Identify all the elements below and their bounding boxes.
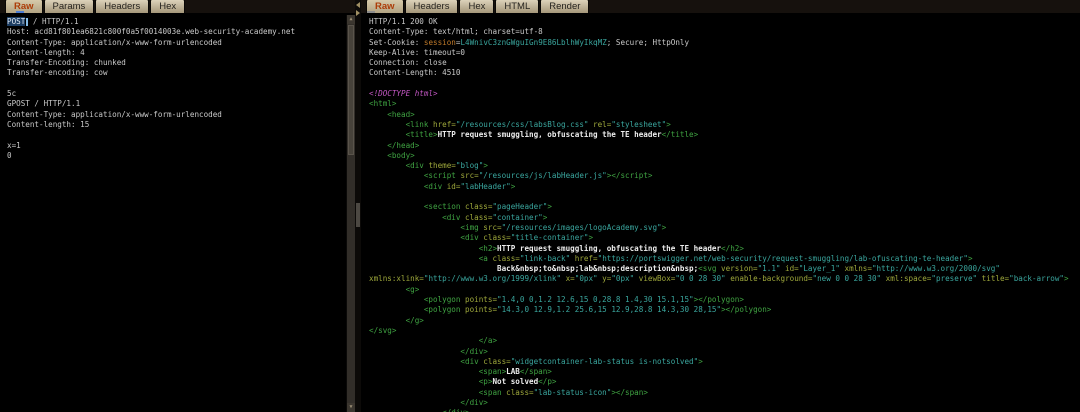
code-line: <p>Not solved</p> [369, 377, 1080, 387]
code-line [369, 192, 1080, 202]
code-line: HTTP/1.1 200 OK [369, 17, 1080, 27]
code-line: <div id="labHeader"> [369, 182, 1080, 192]
code-line: POST / HTTP/1.1 [7, 17, 346, 27]
tab-label: HTML [504, 1, 530, 12]
scroll-down-icon[interactable]: ▼ [347, 403, 355, 412]
scrollbar-thumb[interactable] [348, 25, 354, 155]
code-line: <span class="lab-status-icon"></span> [369, 388, 1080, 398]
code-line: <g> [369, 285, 1080, 295]
code-line: GPOST / HTTP/1.1 [7, 99, 346, 109]
code-line: <title>HTTP request smuggling, obfuscati… [369, 130, 1080, 140]
code-line: Content-length: 15 [7, 120, 346, 130]
code-line: Content-Length: 4510 [369, 68, 1080, 78]
code-line: Content-Type: text/html; charset=utf-8 [369, 27, 1080, 37]
code-line: </a> [369, 336, 1080, 346]
code-line: 0 [7, 151, 346, 161]
code-line: <script src="/resources/js/labHeader.js"… [369, 171, 1080, 181]
code-line: x=1 [7, 141, 346, 151]
burp-repeater-window: Raw Params Headers Hex POST / HTTP/1.1Host:… [0, 0, 1080, 412]
code-line: <div theme="blog"> [369, 161, 1080, 171]
tab-label: Params [53, 1, 86, 12]
code-line: <div class="container"> [369, 213, 1080, 223]
code-line: <head> [369, 110, 1080, 120]
tab-params[interactable]: Params [44, 0, 95, 13]
code-line: Keep-Alive: timeout=0 [369, 48, 1080, 58]
code-line: Content-Type: application/x-www-form-url… [7, 38, 346, 48]
tab-html[interactable]: HTML [495, 0, 539, 13]
tab-label: Headers [104, 1, 140, 12]
code-line: <html> [369, 99, 1080, 109]
tab-hex[interactable]: Hex [150, 0, 185, 13]
code-line: <polygon points="14.3,0 12.9,1.2 25.6,15… [369, 305, 1080, 315]
code-line: xmlns:xlink="http://www.w3.org/1999/xlin… [369, 274, 1080, 284]
request-tabbar: RawParamsHeadersHex [0, 0, 355, 14]
request-editor[interactable]: POST / HTTP/1.1Host: acd81f801ea6821c800… [0, 15, 346, 412]
active-tab-marker [16, 11, 24, 13]
code-line: <img src="/resources/images/logoAcademy.… [369, 223, 1080, 233]
code-line: <body> [369, 151, 1080, 161]
code-line: <section class="pageHeader"> [369, 202, 1080, 212]
code-line: </g> [369, 316, 1080, 326]
code-line: <div class="widgetcontainer-lab-status i… [369, 357, 1080, 367]
response-panel: RawHeadersHexHTMLRender HTTP/1.1 200 OKC… [361, 0, 1080, 412]
code-line: 5c [7, 89, 346, 99]
tab-hex[interactable]: Hex [459, 0, 494, 13]
code-line: </div> [369, 347, 1080, 357]
scroll-up-icon[interactable]: ▲ [347, 15, 355, 24]
code-line: </svg> [369, 326, 1080, 336]
code-line: </div> [369, 408, 1080, 412]
collapse-right-icon[interactable] [356, 10, 360, 16]
request-scrollbar[interactable]: ▲ ▼ [346, 15, 355, 412]
code-line: <a class="link-back" href="https://ports… [369, 254, 1080, 264]
active-tab-marker [367, 11, 375, 13]
code-line [7, 79, 346, 89]
tab-label: Raw [375, 1, 395, 12]
code-line: <link href="/resources/css/labsBlog.css"… [369, 120, 1080, 130]
tab-label: Hex [159, 1, 176, 12]
tab-headers[interactable]: Headers [95, 0, 149, 13]
tab-render[interactable]: Render [540, 0, 589, 13]
code-line: Host: acd81f801ea6821c800f0a5f0014003e.w… [7, 27, 346, 37]
collapse-left-icon[interactable] [356, 2, 360, 8]
code-line: Back&nbsp;to&nbsp;lab&nbsp;description&n… [369, 264, 1080, 274]
code-line: Transfer-Encoding: chunked [7, 58, 346, 68]
code-line: </div> [369, 398, 1080, 408]
code-line: <polygon points="1.4,0 0,1.2 12.6,15 0,2… [369, 295, 1080, 305]
code-line: Content-Type: application/x-www-form-url… [7, 110, 346, 120]
code-line: Content-length: 4 [7, 48, 346, 58]
code-line: Set-Cookie: session=L4WnivC3znGWguIGn9E8… [369, 38, 1080, 48]
request-panel: RawParamsHeadersHex POST / HTTP/1.1Host:… [0, 0, 355, 412]
code-line: <div class="title-container"> [369, 233, 1080, 243]
code-line [369, 79, 1080, 89]
response-tabbar: Raw Headers Hex HTML Render [361, 0, 1080, 14]
code-line: <!DOCTYPE html> [369, 89, 1080, 99]
code-line: Connection: close [369, 58, 1080, 68]
code-line: Transfer-encoding: cow [7, 68, 346, 78]
tab-label: Headers [414, 1, 450, 12]
code-line: <span>LAB</span> [369, 367, 1080, 377]
tab-label: Render [549, 1, 580, 12]
response-viewer[interactable]: HTTP/1.1 200 OKContent-Type: text/html; … [361, 15, 1080, 412]
code-line: </head> [369, 141, 1080, 151]
tab-label: Hex [468, 1, 485, 12]
splitter-handle[interactable] [356, 203, 360, 227]
code-line [7, 130, 346, 140]
code-line: <h2>HTTP request smuggling, obfuscating … [369, 244, 1080, 254]
tab-headers[interactable]: Headers [405, 0, 459, 13]
